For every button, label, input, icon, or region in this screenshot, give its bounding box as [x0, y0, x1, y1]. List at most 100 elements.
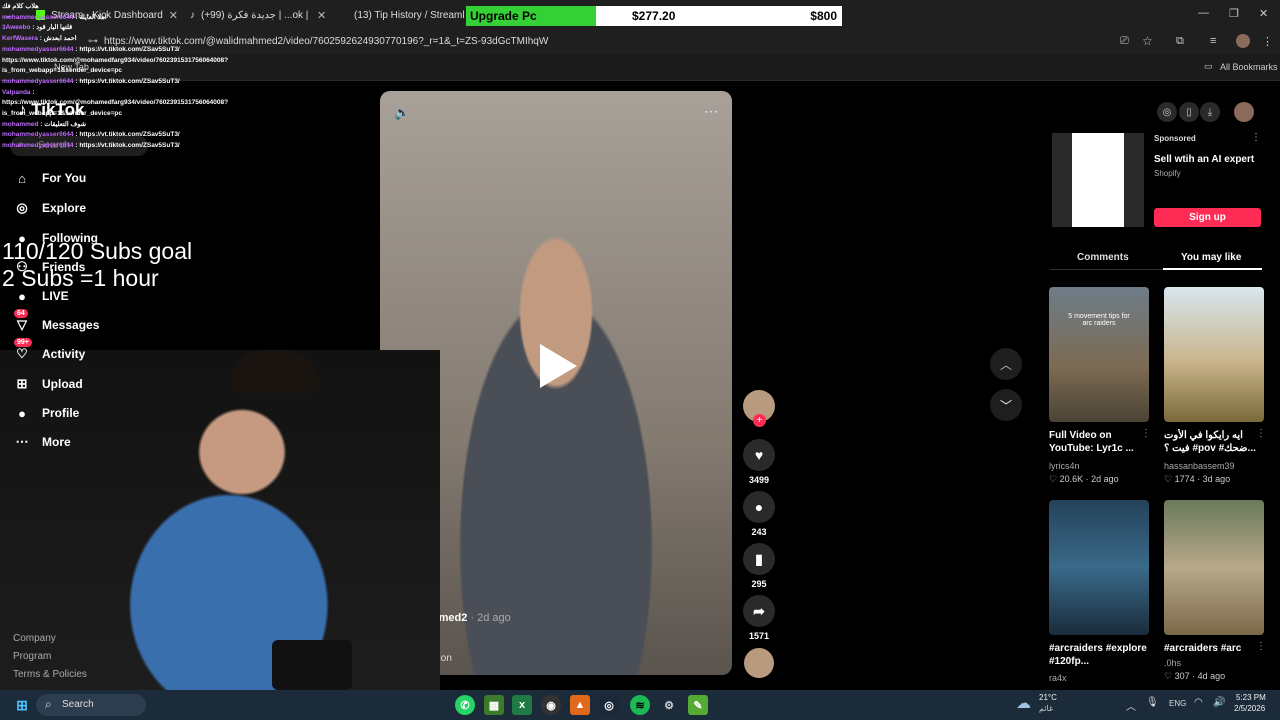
- footer-link[interactable]: Company: [13, 633, 56, 644]
- next-video-button[interactable]: ﹀: [990, 389, 1022, 421]
- like-count: 3499: [748, 475, 770, 485]
- close-icon[interactable]: ✕: [317, 9, 326, 22]
- ad-title[interactable]: Sell wtih an AI expert: [1154, 154, 1254, 165]
- sidebar-item-label: For You: [42, 171, 87, 185]
- chat-message: هلاب كلام فك: [2, 2, 242, 13]
- comment-button[interactable]: ● 243: [743, 491, 775, 537]
- excel-icon[interactable]: x: [512, 695, 532, 715]
- save-button[interactable]: ▮ 295: [743, 543, 775, 589]
- media-icon[interactable]: ≡: [1210, 35, 1216, 47]
- extensions-icon[interactable]: ⧉: [1176, 35, 1184, 48]
- recommended-video-thumbnail[interactable]: 5 movement tips for arc raiders: [1049, 287, 1149, 422]
- recommended-video-thumbnail[interactable]: [1164, 500, 1264, 635]
- volume-icon[interactable]: 🔈: [394, 105, 410, 121]
- tab-streamlabs[interactable]: (13) Tip History / Streamlabs: [348, 4, 464, 26]
- sidebar-item-upload[interactable]: ⊞ Upload: [14, 376, 83, 392]
- chat-message: mohammedyasser6644 : https://vt.tiktok.c…: [2, 130, 242, 141]
- footer-link[interactable]: Program: [13, 651, 51, 662]
- compass-icon[interactable]: ◎: [1157, 102, 1177, 122]
- window-close-icon[interactable]: ✕: [1259, 7, 1268, 20]
- avatar[interactable]: [1236, 34, 1250, 48]
- minecraft-icon[interactable]: ▦: [484, 695, 504, 715]
- clock-date[interactable]: 2/5/2026: [1234, 704, 1265, 713]
- likes: 307: [1174, 671, 1190, 681]
- sidebar-item-profile[interactable]: ● Profile: [14, 405, 79, 421]
- notification-badge: 99+: [14, 338, 32, 347]
- tray-chevron-icon[interactable]: ︿: [1126, 698, 1136, 713]
- chat-text: is_from_webapp=1&sender_device=pc: [2, 110, 122, 118]
- clock-time[interactable]: 5:23 PM: [1236, 693, 1266, 702]
- recommended-video-user[interactable]: .0hs: [1164, 658, 1181, 668]
- taskbar-search[interactable]: Search: [36, 694, 146, 716]
- phone-icon[interactable]: ▯: [1179, 102, 1199, 122]
- minimize-icon[interactable]: —: [1198, 7, 1209, 19]
- spotify-icon[interactable]: ≋: [630, 695, 650, 715]
- recommended-video-title[interactable]: ايه رايكوا في الأوت فيت ؟ #pov #ضحك...: [1164, 429, 1258, 455]
- sidebar-item-label: More: [42, 435, 71, 449]
- sign-up-button[interactable]: Sign up: [1154, 208, 1261, 227]
- like-button[interactable]: ♥ 3499: [743, 439, 775, 485]
- recommended-video-thumbnail[interactable]: [1049, 500, 1149, 635]
- recommended-video-user[interactable]: hassanbassem39: [1164, 461, 1235, 471]
- recommended-video-user[interactable]: lyrics4n: [1049, 461, 1080, 471]
- chat-text: is_from_webapp=1&sender_device=pc: [2, 67, 122, 75]
- sidebar-item-explore[interactable]: ◎ Explore: [14, 200, 86, 216]
- settings-gear-icon[interactable]: ⚙: [659, 695, 679, 715]
- sidebar-item-more[interactable]: ⋯ More: [14, 434, 71, 450]
- microphone-icon[interactable]: 🎙: [1146, 697, 1159, 708]
- notepad-icon[interactable]: ✎: [688, 695, 708, 715]
- card-more-icon[interactable]: ⋮: [1256, 428, 1266, 439]
- windows-start-icon[interactable]: ⊞: [12, 695, 32, 715]
- footer-link[interactable]: Terms & Policies: [13, 669, 87, 680]
- recommended-video-user[interactable]: ra4x: [1049, 673, 1067, 683]
- chat-message: Valpanda :: [2, 88, 242, 99]
- ad-thumbnail[interactable]: [1052, 133, 1144, 227]
- whatsapp-icon[interactable]: ✆: [455, 695, 475, 715]
- chat-username: KerfWasera: [2, 35, 40, 43]
- chat-text: : https://vt.tiktok.com/ZSav5SuT3/: [75, 45, 180, 53]
- heart-icon: ♡: [1164, 671, 1173, 681]
- app-icon[interactable]: ▲: [570, 695, 590, 715]
- chat-text: : https://vt.tiktok.com/ZSav5SuT3/: [75, 77, 180, 85]
- recommended-video-title[interactable]: Full Video on YouTube: Lyr1c ...: [1049, 429, 1149, 455]
- recommended-video-title[interactable]: #arcraiders #arc: [1164, 642, 1264, 655]
- music-avatar[interactable]: [744, 648, 774, 678]
- obs-icon[interactable]: ◉: [541, 695, 561, 715]
- avatar[interactable]: [1234, 102, 1254, 122]
- tab-comments[interactable]: Comments: [1077, 252, 1129, 263]
- all-bookmarks[interactable]: All Bookmarks: [1220, 62, 1278, 72]
- recommended-video-thumbnail[interactable]: [1164, 287, 1264, 422]
- tab-you-may-like[interactable]: You may like: [1181, 252, 1241, 263]
- steam-icon[interactable]: ◎: [599, 695, 619, 715]
- language-indicator[interactable]: ENG: [1169, 699, 1186, 708]
- weather-temp[interactable]: 21°C: [1039, 693, 1057, 702]
- wifi-icon[interactable]: ◠: [1194, 697, 1203, 708]
- bookmark-star-icon[interactable]: ☆: [1142, 34, 1153, 48]
- previous-video-button[interactable]: ︿: [990, 348, 1022, 380]
- cast-icon[interactable]: ⎚: [1120, 35, 1129, 48]
- kebab-menu-icon[interactable]: ⋮: [1262, 35, 1273, 48]
- share-button[interactable]: ➦ 1571: [743, 595, 775, 641]
- sidebar-item-messages[interactable]: ▽ 64 Messages: [14, 309, 99, 333]
- tab-underline: [1163, 268, 1262, 270]
- maximize-icon[interactable]: ❐: [1229, 7, 1239, 20]
- streamer-webcam: [0, 350, 440, 690]
- goal-line: 110/120 Subs goal: [2, 238, 193, 264]
- chat-text: https://www.tiktok.com/@mohamedfarg934/v…: [2, 56, 229, 64]
- follow-plus-icon[interactable]: +: [753, 414, 766, 427]
- recommended-video-title[interactable]: #arcraiders #explore #120fp...: [1049, 642, 1149, 668]
- sidebar-item-for-you[interactable]: ⌂ For You: [14, 170, 86, 186]
- card-more-icon[interactable]: ⋮: [1256, 641, 1266, 652]
- more-options-icon[interactable]: ⋯: [704, 103, 718, 120]
- upgrade-progress-bar: Upgrade Pc $277.20 $800: [466, 6, 842, 26]
- chat-message: https://www.tiktok.com/@mohamedfarg934/v…: [2, 98, 242, 109]
- ad-more-icon[interactable]: ⋮: [1251, 132, 1261, 143]
- download-icon[interactable]: ⤓: [1200, 102, 1220, 122]
- speaker-icon[interactable]: 🔊: [1213, 697, 1225, 708]
- play-icon[interactable]: [536, 341, 580, 391]
- chevron-down-icon: ﹀: [999, 398, 1012, 413]
- chat-username: mohammed: [2, 120, 41, 128]
- card-more-icon[interactable]: ⋮: [1141, 428, 1151, 439]
- sidebar-item-activity[interactable]: ♡ 99+ Activity: [14, 338, 85, 362]
- age: 4d ago: [1197, 671, 1226, 681]
